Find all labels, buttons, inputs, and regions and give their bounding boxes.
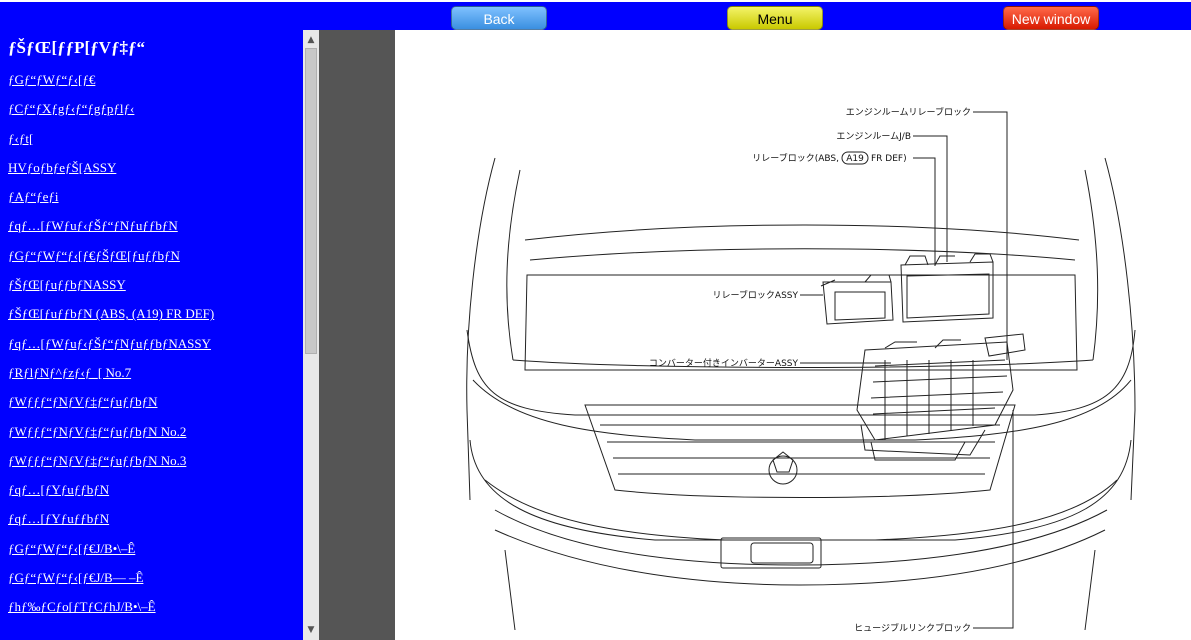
- sidebar-title: ƒŠƒŒ[ƒƒP[ƒVƒ‡ƒ“: [8, 38, 145, 57]
- engine-room-jb-shape: [900, 253, 994, 323]
- new-window-button[interactable]: New window: [1003, 6, 1099, 30]
- frame-divider: [319, 30, 395, 640]
- sidebar-link[interactable]: ƒqƒ…[ƒWƒuƒ‹ƒŠƒ“ƒNƒuƒƒbƒN: [8, 218, 214, 247]
- sidebar-link[interactable]: ƒGƒ“ƒWƒ“ƒ‹[ƒ€J/B— –Ê: [8, 570, 214, 599]
- sidebar-link[interactable]: ƒGƒ“ƒWƒ“ƒ‹[ƒ€ƒŠƒŒ[ƒuƒƒbƒN: [8, 248, 214, 277]
- sidebar-link[interactable]: ƒGƒ“ƒWƒ“ƒ‹[ƒ€: [8, 72, 214, 101]
- label-engine-room-relay-block: エンジンルームリレーブロック: [846, 106, 971, 118]
- label-engine-room-jb: エンジンルームJ/B: [836, 131, 911, 142]
- sidebar-link[interactable]: HVƒoƒbƒeƒŠ[ASSY: [8, 160, 214, 189]
- sidebar-link[interactable]: ƒŠƒŒ[ƒuƒƒbƒNASSY: [8, 277, 214, 306]
- sidebar-link[interactable]: ƒWƒƒƒ“ƒNƒVƒ‡ƒ“ƒuƒƒbƒN No.2: [8, 424, 214, 453]
- label-relay-block-abs: リレーブロック(ABS,: [752, 152, 839, 164]
- diagram-pane: エンジンルームリレーブロック エンジンルームJ/B リレーブロック(ABS, A…: [395, 30, 1191, 640]
- label-converter-inverter-assy: コンバーター付きインバーターASSY: [649, 358, 799, 369]
- label-relay-block-assy: リレーブロックASSY: [712, 289, 798, 301]
- back-button[interactable]: Back: [451, 6, 547, 30]
- sidebar: ƒŠƒŒ[ƒƒP[ƒVƒ‡ƒ“ ƒGƒ“ƒWƒ“ƒ‹[ƒ€ ƒCƒ“ƒXƒgƒ‹…: [0, 30, 303, 640]
- menu-button[interactable]: Menu: [727, 6, 823, 30]
- sidebar-link[interactable]: ƒWƒƒƒ“ƒNƒVƒ‡ƒ“ƒuƒƒbƒN: [8, 394, 214, 423]
- sidebar-link[interactable]: ƒŠƒŒ[ƒuƒƒbƒN (ABS, (A19) FR DEF): [8, 306, 214, 335]
- scroll-up-icon[interactable]: ▲: [303, 32, 319, 48]
- inverter-assembly-shape: [856, 333, 1026, 461]
- label-fusible-link-block: ヒュージブルリンクブロック: [854, 622, 971, 634]
- sidebar-scrollbar[interactable]: ▲ ▼: [303, 30, 319, 640]
- sidebar-link[interactable]: ƒhƒ‰ƒCƒo[ƒTƒCƒhJ/B•\–Ê: [8, 599, 214, 628]
- sidebar-link[interactable]: ƒRƒlƒNƒ^ƒzƒ‹ƒ_[ No.7: [8, 365, 214, 394]
- sidebar-link[interactable]: ƒqƒ…[ƒWƒuƒ‹ƒŠƒ“ƒNƒuƒƒbƒNASSY: [8, 336, 214, 365]
- relay-block-assy-shape: [820, 274, 894, 325]
- scrollbar-thumb[interactable]: [305, 48, 317, 354]
- sidebar-list: ƒGƒ“ƒWƒ“ƒ‹[ƒ€ ƒCƒ“ƒXƒgƒ‹ƒ“ƒgƒpƒlƒ‹ ƒ‹ƒt[…: [8, 72, 214, 629]
- sidebar-link[interactable]: ƒCƒ“ƒXƒgƒ‹ƒ“ƒgƒpƒlƒ‹: [8, 101, 214, 130]
- engine-bay-diagram: エンジンルームリレーブロック エンジンルームJ/B リレーブロック(ABS, A…: [466, 106, 1136, 634]
- top-toolbar: Back Menu New window: [0, 0, 1191, 30]
- sidebar-link[interactable]: ƒqƒ…[ƒYƒuƒƒbƒN: [8, 482, 214, 511]
- scroll-down-icon[interactable]: ▼: [303, 622, 319, 638]
- sidebar-link[interactable]: ƒAƒ“ƒeƒi: [8, 189, 214, 218]
- label-relay-block-abs-suffix: FR DEF): [871, 154, 907, 164]
- sidebar-link[interactable]: ƒqƒ…[ƒYƒuƒƒbƒN: [8, 511, 214, 540]
- label-relay-block-abs-badge: A19: [846, 154, 864, 164]
- sidebar-link[interactable]: ƒ‹ƒt[: [8, 131, 214, 160]
- sidebar-link[interactable]: ƒGƒ“ƒWƒ“ƒ‹[ƒ€J/B•\–Ê: [8, 541, 214, 570]
- sidebar-link[interactable]: ƒWƒƒƒ“ƒNƒVƒ‡ƒ“ƒuƒƒbƒN No.3: [8, 453, 214, 482]
